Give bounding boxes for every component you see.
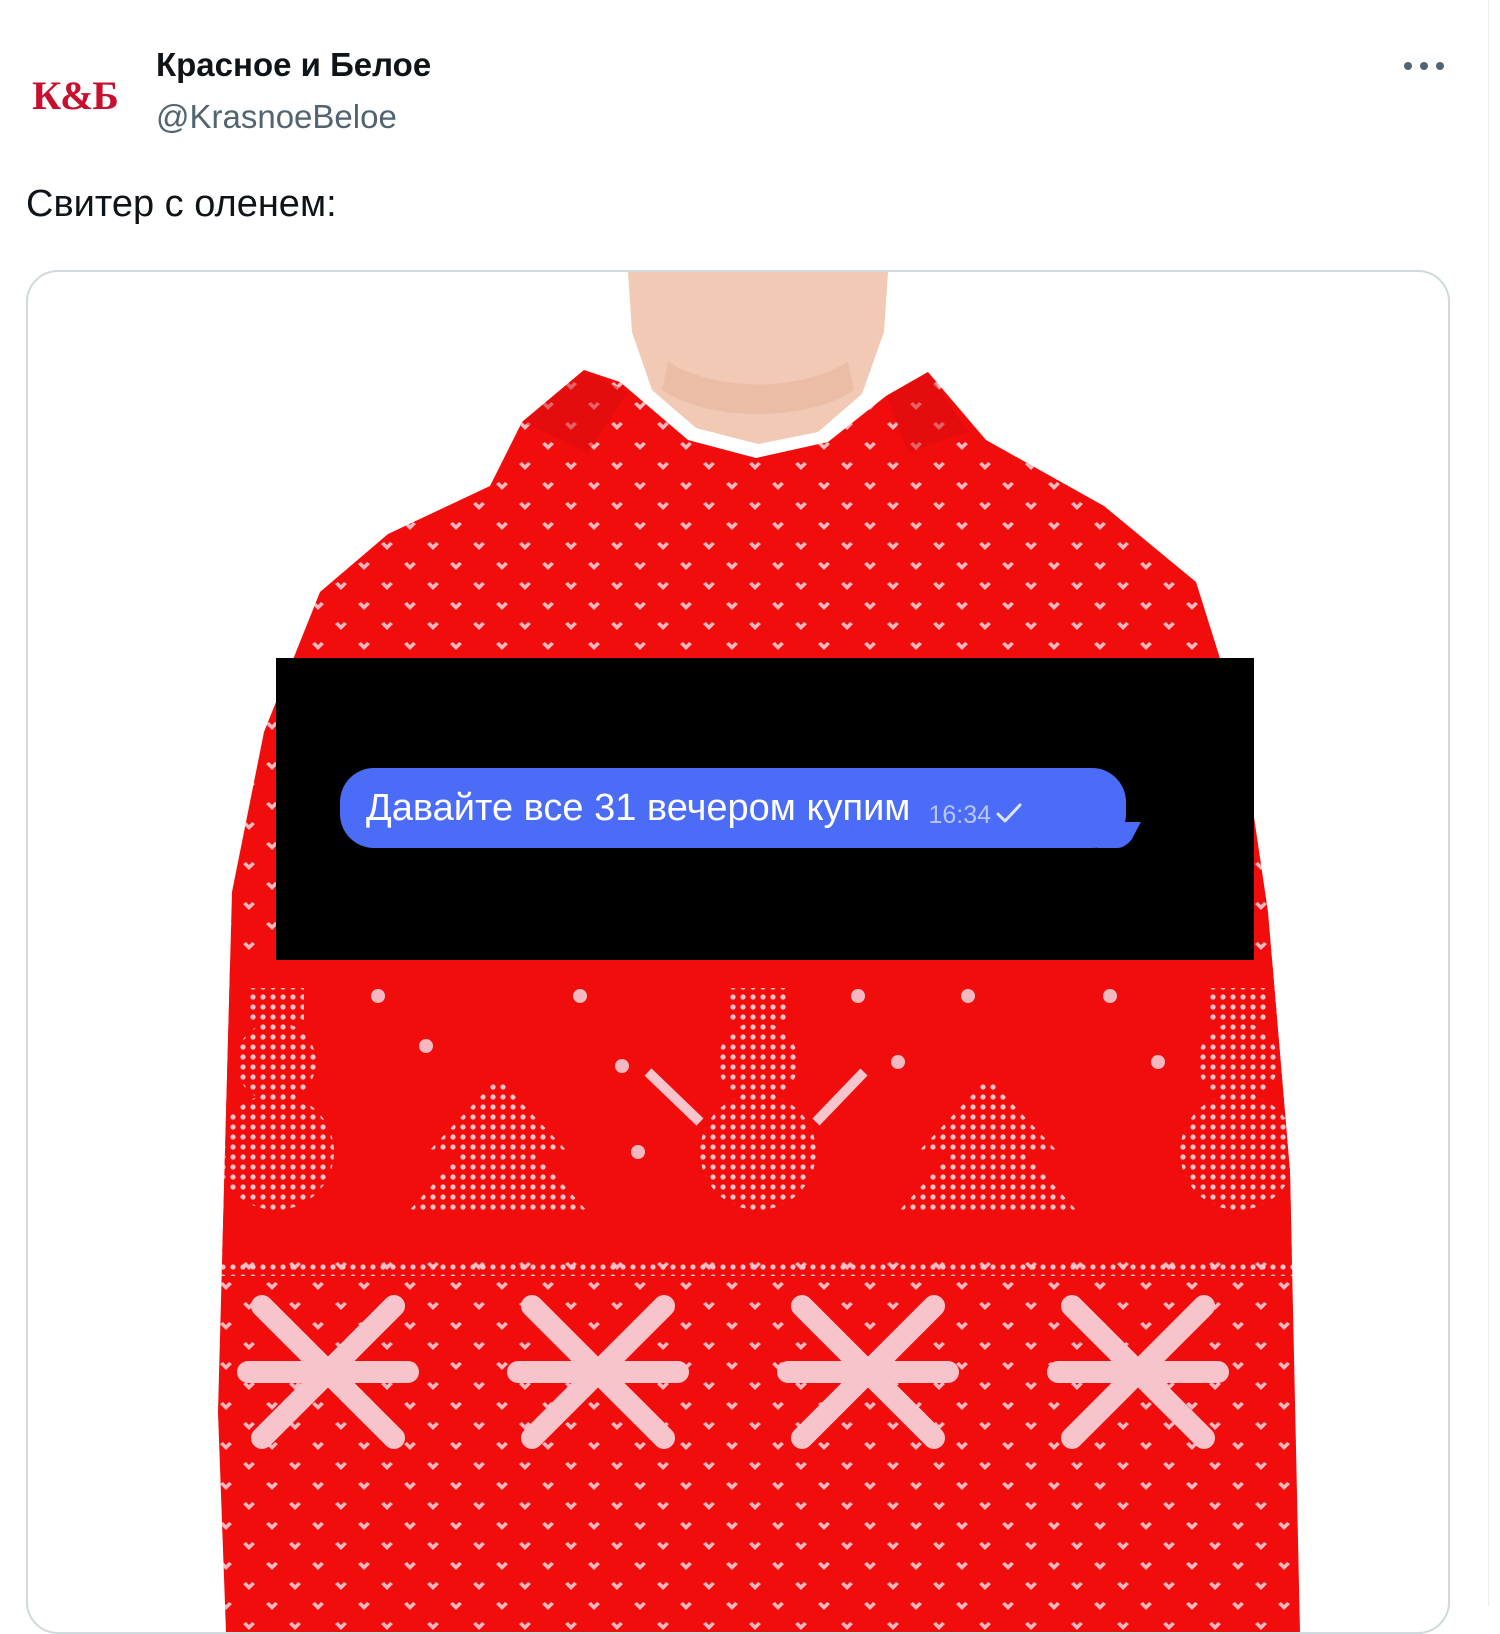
message-time: 16:34	[928, 800, 991, 829]
more-icon	[1404, 62, 1412, 70]
check-icon	[996, 803, 1022, 823]
message-text: Давайте все 31 вечером купим	[366, 786, 911, 829]
message-bubble: Давайте все 31 вечером купим 16:34	[340, 768, 1126, 848]
brand-logo: К&Б	[32, 73, 119, 118]
timeline-divider	[1488, 0, 1489, 1606]
avatar[interactable]: К&Б	[24, 42, 126, 144]
tweet-media[interactable]: Давайте все 31 вечером купим 16:34	[26, 270, 1450, 1634]
author-display-name[interactable]: Красное и Белое	[156, 46, 431, 84]
message-screenshot-overlay: Давайте все 31 вечером купим 16:34	[276, 658, 1254, 960]
more-icon-dot	[1420, 62, 1428, 70]
more-options-button[interactable]	[1396, 46, 1452, 86]
tweet-text: Свитер с оленем:	[26, 183, 337, 225]
author-handle[interactable]: @KrasnoeBeloe	[156, 98, 397, 136]
more-icon-dot	[1436, 62, 1444, 70]
